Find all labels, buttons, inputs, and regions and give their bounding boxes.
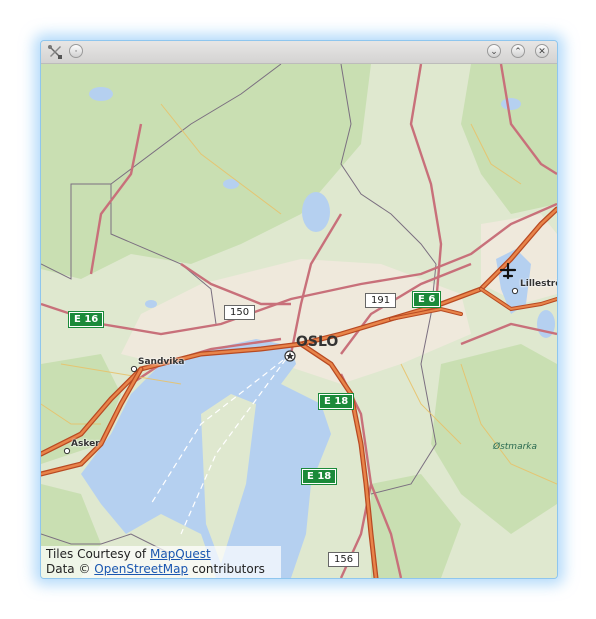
window-menu-button[interactable]: · — [69, 44, 83, 58]
route-shield-150: 150 — [224, 305, 256, 320]
title-bar[interactable]: · ⌄ ⌃ ✕ — [41, 41, 557, 64]
route-shield-e18-north: E 18 — [317, 393, 355, 410]
map-tiles — [41, 64, 557, 578]
label-asker: Asker — [71, 439, 100, 449]
label-oslo: OSLO — [296, 334, 339, 350]
label-sandvika: Sandvika — [138, 357, 185, 367]
label-lillestrom: Lilleströ — [520, 279, 557, 289]
openstreetmap-link[interactable]: OpenStreetMap — [94, 562, 188, 576]
route-shield-191: 191 — [365, 293, 397, 308]
route-shield-e6: E 6 — [411, 291, 442, 308]
mapquest-link[interactable]: MapQuest — [150, 547, 211, 561]
data-attribution: Data © OpenStreetMap contributors — [46, 562, 276, 577]
tools-icon[interactable] — [47, 44, 63, 60]
route-shield-156: 156 — [328, 552, 360, 567]
map-window: · ⌄ ⌃ ✕ OSLO Sandvika Asker Lillestr Øst… — [40, 40, 558, 579]
minimize-button[interactable]: ⌄ — [487, 44, 501, 58]
route-shield-e18-south: E 18 — [300, 468, 338, 485]
map-attribution: Tiles Courtesy of MapQuest Data © OpenSt… — [41, 546, 281, 578]
close-button[interactable]: ✕ — [535, 44, 549, 58]
label-ostmarka: Østmarka — [493, 442, 538, 452]
tiles-prefix: Tiles Courtesy of — [46, 547, 150, 561]
maximize-button[interactable]: ⌃ — [511, 44, 525, 58]
tiles-attribution: Tiles Courtesy of MapQuest — [46, 547, 276, 562]
data-suffix: contributors — [188, 562, 265, 576]
map-view[interactable]: OSLO Sandvika Asker Lilleströ Østmarka E… — [41, 64, 557, 578]
data-prefix: Data © — [46, 562, 95, 576]
route-shield-e16: E 16 — [67, 311, 105, 328]
